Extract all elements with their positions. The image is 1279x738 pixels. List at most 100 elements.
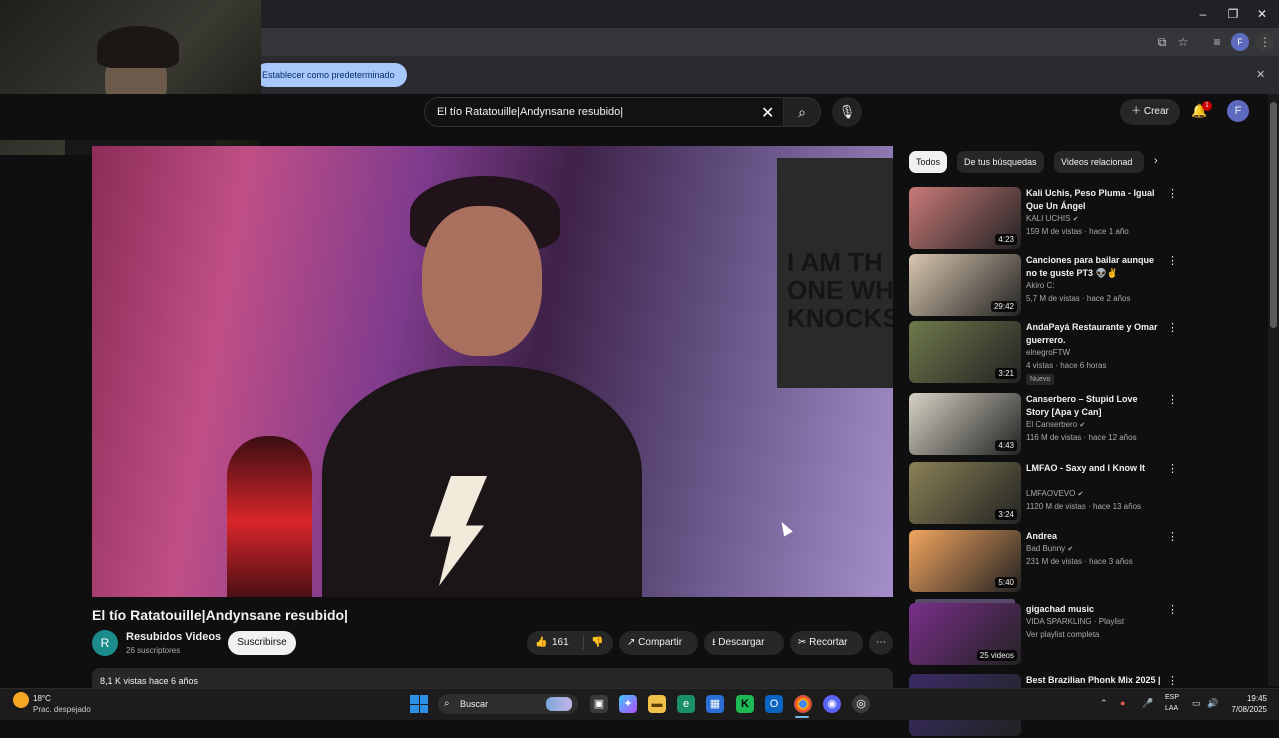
restore-button[interactable]: ❐ <box>1219 7 1247 21</box>
task-view-icon[interactable]: ▣ <box>590 695 608 713</box>
media-controls-icon[interactable]: ≡ <box>1208 33 1226 51</box>
kick-icon[interactable]: K <box>736 695 754 713</box>
video-thumbnail[interactable]: 4:23 <box>909 187 1021 249</box>
recommendation-channel[interactable]: El Canserbero ✔ <box>1026 420 1085 429</box>
language-top[interactable]: ESP <box>1165 694 1179 701</box>
recommendation-title[interactable]: LMFAO - Saxy and I Know It <box>1026 462 1161 475</box>
recommendation-card[interactable]: 4:23 Kali Uchis, Peso Pluma - Igual Que U… <box>909 187 1189 251</box>
language-bottom[interactable]: LAA <box>1165 705 1178 712</box>
infobar-close-icon[interactable]: ✕ <box>1256 68 1265 81</box>
video-thumbnail[interactable]: 29:42 <box>909 254 1021 316</box>
chip-all[interactable]: Todos <box>909 151 948 173</box>
like-icon[interactable]: 👍 <box>535 631 547 655</box>
like-count[interactable]: 161 <box>552 631 569 655</box>
dislike-icon[interactable]: 👎 <box>591 631 603 655</box>
microsoft-store-icon[interactable]: ▦ <box>706 695 724 713</box>
recommendation-channel[interactable]: VIDA SPARKLING · Playlist <box>1026 617 1124 626</box>
microphone-icon: 🎙 <box>838 104 856 119</box>
more-options-icon[interactable]: ⋮ <box>1167 321 1178 334</box>
recommendation-channel[interactable]: elnegroFTW <box>1026 348 1070 357</box>
more-options-icon[interactable]: ⋮ <box>1167 603 1178 616</box>
video-thumbnail[interactable]: 3:24 <box>909 462 1021 524</box>
recommendation-card[interactable]: 5:40 Andrea Bad Bunny ✔ 231 M de vistas · h… <box>909 530 1189 594</box>
recommendation-title[interactable]: Canciones para bailar aunque no te guste… <box>1026 254 1161 280</box>
discord-icon[interactable]: ◉ <box>823 695 841 713</box>
more-options-icon[interactable]: ⋮ <box>1167 187 1178 200</box>
clock-date[interactable]: 7/08/2025 <box>1225 705 1267 714</box>
recommendation-title[interactable]: Best Brazilian Phonk Mix 2025 | <box>1026 674 1161 687</box>
channel-name[interactable]: Resubidos Videos <box>126 631 221 643</box>
video-thumbnail[interactable]: 5:40 <box>909 530 1021 592</box>
scrollbar-thumb[interactable] <box>1270 102 1277 328</box>
chrome-icon[interactable] <box>794 695 812 713</box>
share-button[interactable]: ↗ Compartir <box>619 631 698 655</box>
recommendation-card[interactable]: 29:42 Canciones para bailar aunque no te … <box>909 254 1189 318</box>
recommendation-title[interactable]: Andrea <box>1026 530 1161 543</box>
more-options-icon[interactable]: ⋮ <box>1167 530 1178 543</box>
recommendation-channel[interactable]: Akiro C: <box>1026 281 1054 290</box>
recommendation-card[interactable]: 25 videos gigachad music VIDA SPARKLING · … <box>909 599 1189 667</box>
duration-badge: 29:42 <box>990 301 1017 312</box>
install-app-icon[interactable]: ⧉ <box>1153 33 1171 51</box>
video-title: El tío Ratatouille|Andynsane resubido| <box>92 607 348 623</box>
more-options-icon[interactable]: ⋮ <box>1167 462 1178 475</box>
more-icon: ⋯ <box>876 637 886 648</box>
user-avatar[interactable]: F <box>1227 100 1249 122</box>
recommendation-title[interactable]: AndaPayá Restaurante y Omar guerrero. <box>1026 321 1161 347</box>
profile-avatar[interactable]: F <box>1231 33 1249 51</box>
recommendation-meta: 231 M de vistas · hace 3 años <box>1026 557 1133 566</box>
recommendation-channel[interactable]: KALI UCHIS ✔ <box>1026 214 1079 223</box>
video-thumbnail[interactable]: 25 videos <box>909 603 1021 665</box>
clip-button[interactable]: ✂ Recortar <box>790 631 863 655</box>
channel-avatar[interactable]: R <box>92 630 118 656</box>
minimize-button[interactable]: – <box>1189 7 1217 21</box>
chip-related[interactable]: Videos relacionad <box>1054 151 1144 173</box>
recommendation-card[interactable]: 3:24 LMFAO - Saxy and I Know It LMFAOVEVO … <box>909 462 1189 526</box>
recommendation-channel[interactable]: LMFAOVEVO ✔ <box>1026 489 1083 498</box>
subscriber-count: 26 suscriptores <box>126 646 181 655</box>
clear-search-icon[interactable]: ✕ <box>761 103 774 123</box>
weather-icon[interactable] <box>13 692 29 708</box>
subscribe-button[interactable]: Suscribirse <box>228 631 296 655</box>
recommendation-title[interactable]: Canserbero – Stupid Love Story [Apa y Ca… <box>1026 393 1161 419</box>
bookmark-star-icon[interactable]: ☆ <box>1174 33 1192 51</box>
weather-description[interactable]: Prac. despejado <box>33 705 91 714</box>
recommendation-channel[interactable]: Bad Bunny ✔ <box>1026 544 1073 553</box>
windows-taskbar <box>0 688 1279 720</box>
video-player[interactable]: I AM TH ONE WH KNOCKS <box>92 146 893 597</box>
taskbar-search-box[interactable]: ⌕ Buscar <box>438 694 578 714</box>
network-icon[interactable]: ▭ <box>1192 698 1201 709</box>
chevron-right-icon[interactable]: › <box>1154 155 1158 167</box>
more-options-icon[interactable]: ⋮ <box>1167 674 1178 687</box>
outlook-icon[interactable]: O <box>765 695 783 713</box>
close-window-button[interactable]: ✕ <box>1248 7 1276 21</box>
obs-icon[interactable]: ◎ <box>852 695 870 713</box>
search-input[interactable]: El tío Ratatouille|Andynsane resubido| ✕ <box>424 97 784 127</box>
copilot-icon[interactable]: ✦ <box>619 695 637 713</box>
tray-mic-icon[interactable]: 🎤 <box>1142 698 1153 709</box>
chrome-menu-icon[interactable]: ⋮ <box>1256 33 1274 51</box>
clock-time[interactable]: 19:45 <box>1232 694 1267 703</box>
set-default-button[interactable]: Establecer como predeterminado <box>255 63 407 87</box>
weather-temperature[interactable]: 18°C <box>33 694 51 703</box>
edge-icon[interactable]: e <box>677 695 695 713</box>
chip-from-searches[interactable]: De tus búsquedas <box>957 151 1044 173</box>
more-actions-button[interactable]: ⋯ <box>869 631 893 655</box>
recommendation-card[interactable]: 4:43 Canserbero – Stupid Love Story [Apa … <box>909 393 1189 457</box>
video-thumbnail[interactable]: 4:43 <box>909 393 1021 455</box>
search-button[interactable]: ⌕ <box>783 97 821 127</box>
file-explorer-icon[interactable]: ▬ <box>648 695 666 713</box>
tray-overflow-icon[interactable]: ⌃ <box>1100 698 1108 709</box>
create-button[interactable]: ＋ Crear <box>1120 99 1180 125</box>
more-options-icon[interactable]: ⋮ <box>1167 393 1178 406</box>
download-button[interactable]: ⭳ Descargar <box>704 631 784 655</box>
video-thumbnail[interactable]: 3:21 <box>909 321 1021 383</box>
more-options-icon[interactable]: ⋮ <box>1167 254 1178 267</box>
recommendation-card[interactable]: 3:21 AndaPayá Restaurante y Omar guerrero… <box>909 321 1189 385</box>
voice-search-button[interactable]: 🎙 <box>832 97 862 127</box>
volume-icon[interactable]: 🔊 <box>1207 698 1218 709</box>
windows-start-icon[interactable] <box>410 695 428 713</box>
recommendation-title[interactable]: Kali Uchis, Peso Pluma - Igual Que Un Án… <box>1026 187 1161 213</box>
tray-app-icon[interactable]: ● <box>1120 698 1125 708</box>
recommendation-title[interactable]: gigachad music <box>1026 603 1161 616</box>
